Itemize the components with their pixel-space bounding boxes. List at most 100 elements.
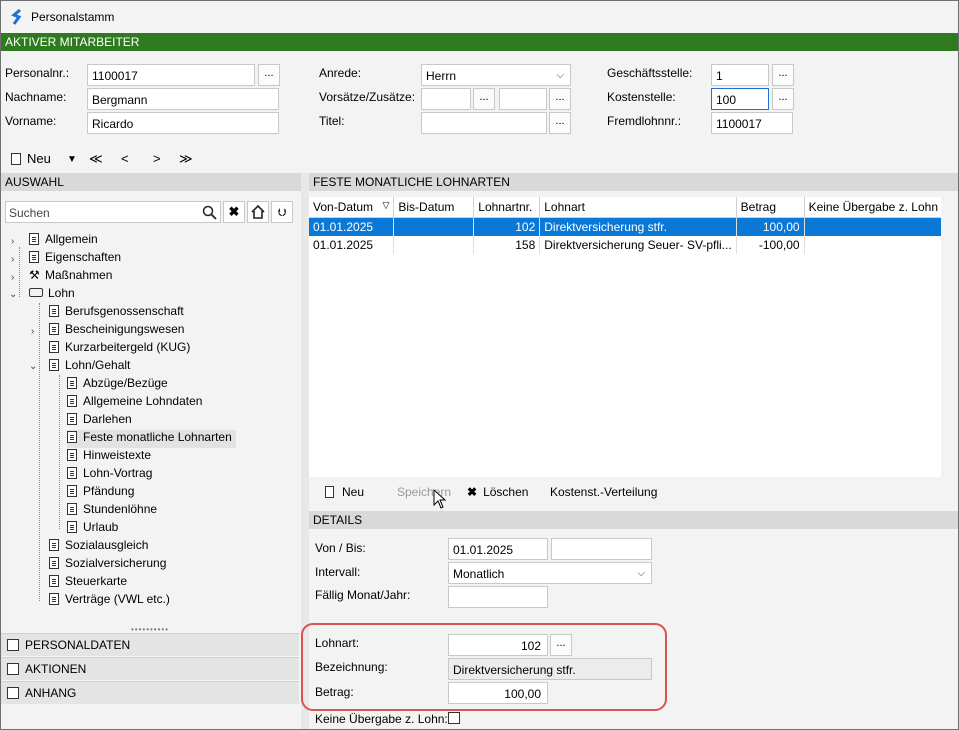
- new-record-button[interactable]: Neu: [11, 151, 51, 166]
- first-record-button[interactable]: ≪: [89, 151, 103, 167]
- list-icon: [67, 431, 77, 443]
- lohnart-lookup-button[interactable]: ...: [550, 634, 572, 656]
- home-icon: [251, 204, 265, 219]
- fremdlohnnr-label: Fremdlohnnr.:: [607, 114, 682, 128]
- accordion-personaldaten[interactable]: PERSONALDATEN: [1, 633, 299, 656]
- expand-chevron-icon[interactable]: ›: [11, 272, 14, 283]
- keine-uebergabe-checkbox[interactable]: [448, 712, 460, 724]
- titel-field[interactable]: [421, 112, 547, 134]
- anrede-select[interactable]: Herrn ⌵: [421, 64, 571, 86]
- tree-item-lohn-vortrag[interactable]: Lohn-Vortrag: [67, 466, 152, 484]
- tree-item-kug[interactable]: Kurzarbeitergeld (KUG): [49, 340, 190, 358]
- delete-button[interactable]: ✖ Löschen: [467, 485, 528, 499]
- tree-item-stundenloehne[interactable]: Stundenlöhne: [67, 502, 157, 520]
- accordion-label: PERSONALDATEN: [25, 638, 131, 652]
- column-header-von-datum[interactable]: Von-Datum ▽: [309, 197, 395, 218]
- column-header-lohnart[interactable]: Lohnart: [539, 197, 737, 218]
- tree-item-darlehen[interactable]: Darlehen: [67, 412, 132, 430]
- tree-item-hinweistexte[interactable]: Hinweistexte: [67, 448, 151, 466]
- tree-item-pfaendung[interactable]: Pfändung: [67, 484, 134, 502]
- von-bis-label: Von / Bis:: [315, 541, 366, 555]
- column-header-bis-datum[interactable]: Bis-Datum: [393, 197, 475, 218]
- tree-item-label: Verträge (VWL etc.): [65, 592, 170, 606]
- tree-item-steuerkarte[interactable]: Steuerkarte: [49, 574, 127, 592]
- tree-item-label: Allgemein: [45, 232, 98, 246]
- lohnart-field[interactable]: 102: [448, 634, 548, 656]
- table-header-row: Von-Datum ▽ Bis-Datum Lohnartnr. Lohnart …: [309, 197, 944, 218]
- tree-item-berufsgenossenschaft[interactable]: Berufsgenossenschaft: [49, 304, 184, 322]
- home-button[interactable]: [247, 201, 269, 223]
- accordion-aktionen[interactable]: AKTIONEN: [1, 657, 299, 680]
- bis-date-field[interactable]: [551, 538, 652, 560]
- column-header-keine-uebergabe[interactable]: Keine Übergabe z. Lohn: [804, 197, 944, 218]
- last-record-button[interactable]: ≫: [179, 151, 193, 167]
- previous-record-button[interactable]: <: [121, 151, 129, 166]
- vorsaetze-label: Vorsätze/Zusätze:: [319, 90, 416, 104]
- tree-item-sozialausgleich[interactable]: Sozialausgleich: [49, 538, 148, 556]
- betrag-field[interactable]: 100,00: [448, 682, 548, 704]
- personalnr-label: Personalnr.:: [5, 66, 70, 80]
- kostenstelle-lookup-button[interactable]: ...: [772, 88, 794, 110]
- table-row[interactable]: 01.01.2025 158 Direktversicherung Seuer-…: [309, 235, 944, 254]
- zusaetze-lookup-button[interactable]: ...: [549, 88, 571, 110]
- faellig-field[interactable]: [448, 586, 548, 608]
- tree-item-bescheinigungswesen[interactable]: Bescheinigungswesen: [49, 322, 184, 340]
- vorname-field[interactable]: Ricardo: [87, 112, 279, 134]
- table-row[interactable]: 01.01.2025 102 Direktversicherung stfr. …: [309, 217, 944, 236]
- nachname-field[interactable]: Bergmann: [87, 88, 279, 110]
- tree-item-abzuege-bezuege[interactable]: Abzüge/Bezüge: [67, 376, 168, 394]
- close-icon: ✖: [228, 204, 240, 219]
- column-header-betrag[interactable]: Betrag: [736, 197, 805, 218]
- von-date-field[interactable]: 01.01.2025: [448, 538, 548, 560]
- geschaeftsstelle-lookup-button[interactable]: ...: [772, 64, 794, 86]
- column-header-lohnartnr[interactable]: Lohnartnr.: [473, 197, 541, 218]
- tree-item-allgemein[interactable]: Allgemein: [29, 232, 98, 250]
- tree-item-massnahmen[interactable]: ⚒ Maßnahmen: [29, 268, 112, 286]
- search-icon[interactable]: [202, 205, 217, 220]
- vorsaetze-lookup-button[interactable]: ...: [473, 88, 495, 110]
- tree-search-input[interactable]: Suchen: [5, 201, 221, 223]
- tree-item-lohn-gehalt[interactable]: Lohn/Gehalt: [49, 358, 130, 376]
- intervall-label: Intervall:: [315, 565, 361, 579]
- tree-item-urlaub[interactable]: Urlaub: [67, 520, 118, 538]
- vorsaetze-field[interactable]: [421, 88, 471, 110]
- next-record-button[interactable]: >: [153, 151, 161, 166]
- tree-item-allgemeine-lohndaten[interactable]: Allgemeine Lohndaten: [67, 394, 202, 412]
- expand-chevron-icon[interactable]: ›: [11, 236, 14, 247]
- cell-lohnartnr: 158: [473, 235, 541, 254]
- collapse-chevron-icon[interactable]: ⌄: [29, 361, 37, 372]
- tree-item-label: Bescheinigungswesen: [65, 322, 185, 336]
- new-dropdown-chevron-icon[interactable]: ▼: [67, 154, 77, 165]
- intervall-select[interactable]: Monatlich ⌵: [448, 562, 652, 584]
- accordion-anhang[interactable]: ANHANG: [1, 681, 299, 704]
- tree-item-eigenschaften[interactable]: Eigenschaften: [29, 250, 121, 268]
- fremdlohnnr-field[interactable]: 1100017: [711, 112, 793, 134]
- collapse-chevron-icon[interactable]: ⌄: [9, 289, 17, 300]
- grid-scrollbar[interactable]: [941, 197, 958, 477]
- tree-item-label: Abzüge/Bezüge: [83, 376, 168, 390]
- new-entry-button[interactable]: Neu: [325, 485, 364, 499]
- kostenstelle-field[interactable]: 100: [711, 88, 769, 110]
- tree-item-lohn[interactable]: Lohn: [29, 286, 75, 304]
- titel-lookup-button[interactable]: ...: [549, 112, 571, 134]
- personalstamm-window: Personalstamm AKTIVER MITARBEITER Person…: [0, 0, 959, 730]
- new-document-icon: [325, 486, 334, 498]
- collapse-all-button[interactable]: ⮋: [271, 201, 293, 223]
- personalnr-field[interactable]: 1100017: [87, 64, 255, 86]
- tree-item-sozialversicherung[interactable]: Sozialversicherung: [49, 556, 166, 574]
- cost-distribution-button[interactable]: Kostenst.-Verteilung: [550, 485, 657, 499]
- personalnr-lookup-button[interactable]: ...: [258, 64, 280, 86]
- geschaeftsstelle-field[interactable]: 1: [711, 64, 769, 86]
- chevron-down-icon: ⌵: [637, 568, 645, 579]
- zusaetze-field[interactable]: [499, 88, 547, 110]
- expand-chevron-icon[interactable]: ›: [31, 326, 34, 337]
- tree-item-label: Maßnahmen: [45, 268, 113, 282]
- lohnarten-table: Von-Datum ▽ Bis-Datum Lohnartnr. Lohnart …: [309, 197, 944, 254]
- tree-item-vertraege[interactable]: Verträge (VWL etc.): [49, 592, 170, 610]
- expand-chevron-icon[interactable]: ›: [11, 254, 14, 265]
- tree-guide-line: [19, 247, 20, 297]
- tree-item-label: Allgemeine Lohndaten: [83, 394, 203, 408]
- cell-lohnartnr: 102: [473, 217, 541, 236]
- tree-item-feste-monatliche-lohnarten[interactable]: Feste monatliche Lohnarten: [67, 430, 236, 448]
- clear-search-button[interactable]: ✖: [223, 201, 245, 223]
